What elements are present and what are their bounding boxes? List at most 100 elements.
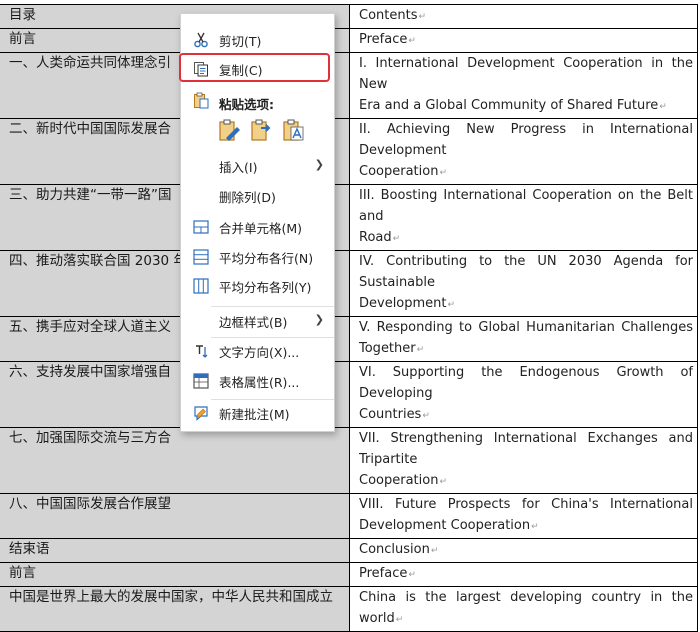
paragraph-mark-icon: ↵ [416, 345, 425, 355]
cut-label: 剪切(T) [219, 34, 262, 49]
paragraph-mark-icon: ↵ [430, 546, 439, 556]
english-cell[interactable]: VII. Strengthening International Exchang… [349, 427, 698, 494]
paste-text-only-icon[interactable] [281, 118, 305, 142]
english-cell[interactable]: II. Achieving New Progress in Internatio… [349, 118, 698, 185]
table-row: 结束语 Conclusion↵ [0, 538, 698, 563]
paragraph-mark-icon: ↵ [439, 168, 447, 178]
menu-item-merge-cells[interactable]: 合并单元格(M) [181, 214, 334, 240]
distribute-columns-label: 平均分布各列(Y) [219, 280, 312, 295]
copy-highlight-box [179, 53, 330, 82]
chevron-right-icon: ❯ [314, 313, 324, 326]
table-row: 中国是世界上最大的发展中国家，中华人民共和国成立 China is the lar… [0, 586, 698, 632]
paragraph-mark-icon: ↵ [422, 411, 430, 421]
chinese-cell-text: 五、携手应对全球人道主义 [9, 319, 171, 335]
table-row: 六、支持发展中国家增强自 VI. Supporting the Endogenou… [0, 361, 698, 428]
paste-options-label: 粘贴选项: [219, 97, 274, 112]
menu-item-distribute-rows[interactable]: 平均分布各行(N) [181, 244, 334, 270]
english-cell-line: Cooperation↵ [359, 473, 447, 488]
table-row: 三、助力共建“一带一路”国 III. Boosting International… [0, 184, 698, 251]
english-cell-line: China is the largest developing country … [359, 590, 693, 626]
chinese-cell[interactable]: 中国是世界上最大的发展中国家，中华人民共和国成立 [0, 586, 350, 632]
menu-item-distribute-columns[interactable]: 平均分布各列(Y) [181, 273, 334, 299]
text-direction-icon [196, 345, 208, 358]
table-row: 前言 Preface↵ [0, 562, 698, 587]
english-cell[interactable]: VIII. Future Prospects for China's Inter… [349, 493, 698, 539]
table-row: 二、新时代中国国际发展合 II. Achieving New Progress i… [0, 118, 698, 185]
menu-item-insert[interactable]: 插入(I) ❯ [181, 153, 334, 179]
table-properties-icon [193, 373, 209, 389]
paste-option-group [217, 118, 327, 144]
table-row: 前言 Preface↵ [0, 28, 698, 53]
english-cell[interactable]: III. Boosting International Cooperation … [349, 184, 698, 251]
english-cell[interactable]: Contents↵ [349, 4, 698, 29]
chinese-cell-text: 前言 [9, 31, 36, 47]
merge-cells-label: 合并单元格(M) [219, 221, 303, 236]
chinese-cell-text: 六、支持发展中国家增强自 [9, 364, 171, 380]
menu-item-cut[interactable]: 剪切(T) [181, 27, 334, 53]
chinese-cell-text: 七、加强国际交流与三方合 [9, 430, 171, 446]
english-cell-line: Preface↵ [359, 32, 416, 47]
english-cell-line: Development↵ [359, 296, 456, 311]
english-cell[interactable]: Preface↵ [349, 562, 698, 587]
new-comment-icon [194, 406, 208, 421]
chinese-cell-text: 二、新时代中国国际发展合 [9, 121, 171, 137]
english-cell-line: VI. Supporting the Endogenous Growth of … [359, 365, 693, 401]
menu-item-delete-column[interactable]: 删除列(D) [181, 183, 334, 209]
distribute-rows-label: 平均分布各行(N) [219, 251, 314, 266]
menu-separator [211, 306, 334, 307]
english-cell-line: Era and a Global Community of Shared Fut… [359, 98, 667, 113]
chinese-cell-text: 前言 [9, 565, 36, 581]
table-properties-label: 表格属性(R)... [219, 375, 300, 390]
english-cell[interactable]: China is the largest developing country … [349, 586, 698, 632]
menu-item-table-properties[interactable]: 表格属性(R)... [181, 368, 334, 394]
english-cell-line: Contents↵ [359, 8, 427, 23]
context-menu: 剪切(T) 复制(C) 粘贴选项: 插入(I) ❯ 删除列(D) 合并单元格(M… [179, 13, 335, 432]
english-cell-line: Road↵ [359, 230, 401, 245]
english-cell-line: III. Boosting International Cooperation … [359, 188, 693, 224]
english-cell-line: IV. Contributing to the UN 2030 Agenda f… [359, 254, 693, 290]
english-cell-line: Preface↵ [359, 566, 416, 581]
chinese-cell-text: 结束语 [9, 541, 50, 557]
chinese-cell[interactable]: 前言 [0, 562, 350, 587]
english-cell[interactable]: IV. Contributing to the UN 2030 Agenda f… [349, 250, 698, 317]
paste-merge-formatting-icon[interactable] [249, 118, 273, 142]
paragraph-mark-icon: ↵ [418, 12, 427, 22]
table-row: 七、加强国际交流与三方合 VII. Strengthening Internati… [0, 427, 698, 494]
paragraph-mark-icon: ↵ [408, 36, 416, 46]
paste-keep-formatting-icon[interactable] [217, 118, 241, 142]
chinese-cell[interactable]: 结束语 [0, 538, 350, 563]
english-cell-line: Conclusion↵ [359, 542, 439, 557]
document-area: 目录 Contents↵ 前言 Preface↵ 一、人类命运共同体理念引 I. Inte… [0, 0, 700, 632]
english-cell[interactable]: Preface↵ [349, 28, 698, 53]
english-cell[interactable]: V. Responding to Global Humanitarian Cha… [349, 316, 698, 362]
chinese-cell-text: 八、中国国际发展合作展望 [9, 496, 171, 512]
menu-item-border-styles[interactable]: 边框样式(B) ❯ [181, 308, 334, 334]
table-row: 八、中国国际发展合作展望 VIII. Future Prospects for C… [0, 493, 698, 539]
border-styles-label: 边框样式(B) [219, 315, 288, 330]
table-row: 五、携手应对全球人道主义 V. Responding to Global Huma… [0, 316, 698, 362]
table-row: 一、人类命运共同体理念引 I. International Development… [0, 52, 698, 119]
menu-item-text-direction[interactable]: 文字方向(X)... [181, 338, 334, 364]
distribute-rows-icon [193, 249, 209, 265]
english-cell-line: Together↵ [359, 341, 425, 356]
chinese-cell-text: 四、推动落实联合国 2030 年 [9, 253, 187, 269]
insert-label: 插入(I) [219, 160, 258, 175]
english-cell-line: VIII. Future Prospects for China's Inter… [359, 497, 693, 512]
english-cell-line: Cooperation↵ [359, 164, 447, 179]
chinese-cell-text: 中国是世界上最大的发展中国家，中华人民共和国成立 [9, 589, 333, 605]
chinese-cell[interactable]: 八、中国国际发展合作展望 [0, 493, 350, 539]
english-cell-line: Countries↵ [359, 407, 430, 422]
paragraph-mark-icon: ↵ [395, 615, 404, 625]
paragraph-mark-icon: ↵ [659, 102, 667, 112]
chinese-cell-text: 目录 [9, 7, 36, 23]
table-row: 四、推动落实联合国 2030 年 IV. Contributing to the … [0, 250, 698, 317]
english-cell[interactable]: Conclusion↵ [349, 538, 698, 563]
english-cell[interactable]: VI. Supporting the Endogenous Growth of … [349, 361, 698, 428]
menu-item-new-comment[interactable]: 新建批注(M) [181, 400, 334, 426]
english-cell[interactable]: I. International Development Cooperation… [349, 52, 698, 119]
paragraph-mark-icon: ↵ [531, 522, 539, 532]
delete-column-label: 删除列(D) [219, 190, 276, 205]
chinese-cell[interactable]: 七、加强国际交流与三方合 [0, 427, 350, 494]
english-cell-line: II. Achieving New Progress in Internatio… [359, 122, 693, 158]
merge-cells-icon [193, 220, 209, 234]
